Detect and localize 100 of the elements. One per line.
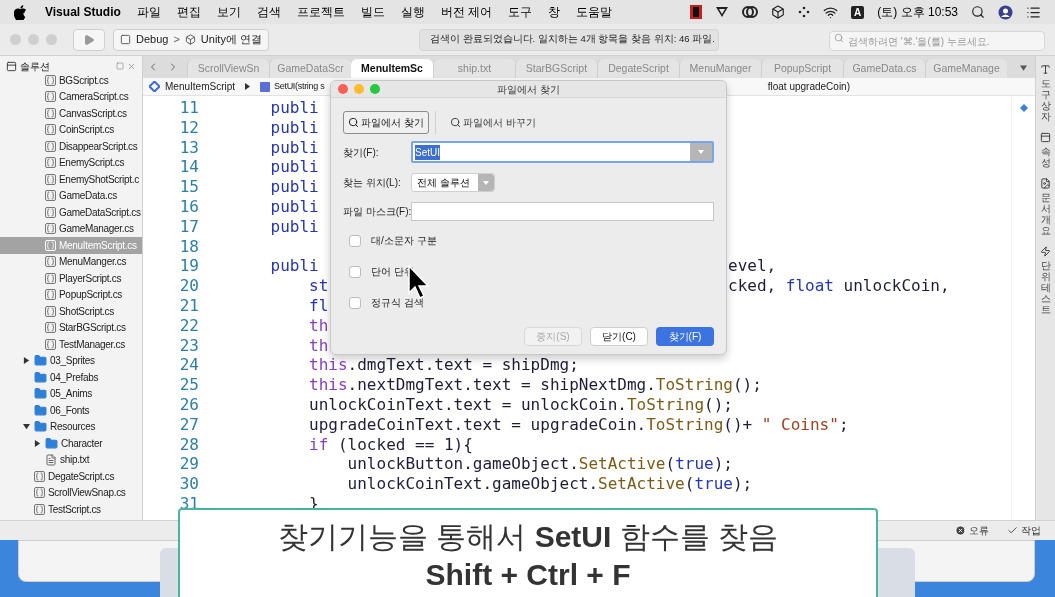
- menu-bar-clock[interactable]: (토) 오후 10:53: [877, 3, 958, 21]
- tree-item[interactable]: PopupScript.cs: [0, 286, 142, 303]
- tool-panel-tab[interactable]: 문서 개요: [1040, 178, 1051, 236]
- find-combo-field[interactable]: SetUI: [411, 141, 714, 163]
- expander-icon[interactable]: [23, 357, 30, 365]
- checkbox[interactable]: [349, 296, 361, 309]
- configuration-selector[interactable]: Debug > Unity에 연결: [113, 28, 269, 51]
- folder-icon: [34, 420, 47, 434]
- tree-item[interactable]: BGScript.cs: [0, 72, 142, 89]
- dock-icon[interactable]: [116, 62, 124, 70]
- tree-item-label: PopupScript.cs: [59, 288, 123, 303]
- tree-item[interactable]: CoinScript.cs: [0, 121, 142, 138]
- zoom-control[interactable]: [370, 84, 380, 94]
- search-icon: [834, 32, 844, 43]
- search-icon[interactable]: [971, 5, 985, 19]
- text-file-icon: [45, 453, 57, 466]
- dropdown-arrow-icon: [483, 180, 489, 185]
- tree-item[interactable]: ScrollViewSnap.cs: [0, 484, 142, 501]
- box-icon[interactable]: [771, 5, 786, 19]
- menu-item[interactable]: 실행: [400, 3, 425, 21]
- minimize-control[interactable]: [354, 84, 364, 94]
- avatar-icon[interactable]: [998, 4, 1013, 20]
- menu-item[interactable]: 창: [548, 3, 561, 21]
- menu-item[interactable]: 버전 제어: [440, 3, 493, 21]
- tree-item[interactable]: 04_Prefabs: [0, 369, 142, 386]
- tree-item[interactable]: GameManager.cs: [0, 220, 142, 237]
- tasks-button[interactable]: 작업: [1007, 523, 1041, 538]
- tree-item[interactable]: GameData.cs: [0, 187, 142, 204]
- dialog-button[interactable]: 닫기(C): [590, 327, 648, 346]
- tree-item[interactable]: PlayerScript.cs: [0, 270, 142, 287]
- code-file-icon: [45, 190, 56, 202]
- input-source-indicator[interactable]: A: [851, 5, 865, 19]
- checkbox[interactable]: [349, 265, 361, 278]
- menu-item[interactable]: 프로젝트: [296, 3, 345, 21]
- code-file-icon: [45, 322, 56, 334]
- close-icon[interactable]: [127, 61, 136, 71]
- tree-item[interactable]: ShotScript.cs: [0, 303, 142, 320]
- tree-item[interactable]: 05_Anims: [0, 385, 142, 402]
- code-file-icon: [45, 272, 56, 284]
- dialog-button[interactable]: 찾기(F): [656, 327, 714, 346]
- tree-item[interactable]: Character: [0, 435, 142, 452]
- menu-list-icon[interactable]: [1026, 4, 1041, 20]
- checkbox[interactable]: [349, 234, 361, 247]
- tree-item[interactable]: 06_Fonts: [0, 402, 142, 419]
- menu-item[interactable]: 편집: [176, 3, 201, 21]
- menu-item[interactable]: 검색: [256, 3, 281, 21]
- tree-item[interactable]: DisappearScript.cs: [0, 138, 142, 155]
- tree-item[interactable]: EnemyShotScript.c: [0, 171, 142, 188]
- code-file-icon: [34, 503, 45, 515]
- editor-tab[interactable]: MenuItemSc: [351, 59, 433, 78]
- folder-icon: [34, 370, 47, 384]
- tree-item[interactable]: CameraScript.cs: [0, 88, 142, 105]
- dialog-tab[interactable]: 파일에서 찾기: [343, 111, 429, 134]
- breadcrumb-item[interactable]: float upgradeCoin): [767, 79, 850, 94]
- run-button[interactable]: [73, 28, 105, 51]
- tree-item[interactable]: EnemyScript.cs: [0, 154, 142, 171]
- tree-item[interactable]: DegateScript.cs: [0, 468, 142, 485]
- menu-item[interactable]: 도구: [508, 3, 533, 21]
- line-number: 28: [178, 434, 199, 455]
- errors-button[interactable]: 오류: [955, 523, 989, 538]
- tool-panel-tab[interactable]: 속성: [1040, 132, 1051, 168]
- tree-item-label: Character: [61, 436, 103, 451]
- app-name[interactable]: Visual Studio: [45, 3, 121, 21]
- tree-item[interactable]: CanvasScript.cs: [0, 105, 142, 122]
- breadcrumb-item[interactable]: MenuItemScript: [165, 79, 236, 94]
- code-file-icon: [45, 91, 56, 103]
- code-file-icon: [34, 470, 45, 482]
- menu-item[interactable]: 도움말: [576, 3, 613, 21]
- dropdown-icon[interactable]: [1020, 65, 1027, 71]
- search-field[interactable]: 검색하려면 '⌘.'을(를) 누르세요.: [829, 31, 1045, 51]
- dialog-tab[interactable]: 파일에서 바꾸기: [445, 111, 540, 134]
- file-mask-field[interactable]: [411, 202, 714, 221]
- tree-item[interactable]: Resources: [0, 418, 142, 435]
- code-line: upgradeCoinText.text = upgradeCoin.ToString()+ " Coins";: [308, 414, 849, 434]
- menu-item[interactable]: 보기: [216, 3, 241, 21]
- film-icon[interactable]: [690, 5, 703, 19]
- tree-item[interactable]: TestScript.cs: [0, 501, 142, 518]
- line-number: 23: [178, 335, 199, 356]
- tree-item[interactable]: 03_Sprites: [0, 352, 142, 369]
- wifi-icon[interactable]: [823, 4, 839, 20]
- tree-item[interactable]: MenuManger.cs: [0, 253, 142, 270]
- tree-item[interactable]: StarBGScript.cs: [0, 319, 142, 336]
- close-control[interactable]: [338, 84, 348, 94]
- tree-item[interactable]: ship.txt: [0, 451, 142, 468]
- tree-item-label: StarBGScript.cs: [59, 321, 126, 336]
- expander-icon[interactable]: [34, 439, 41, 447]
- location-select[interactable]: 전체 솔루션: [411, 173, 495, 192]
- dropdown-arrow-icon[interactable]: [698, 150, 704, 154]
- apple-logo-icon[interactable]: [14, 4, 27, 20]
- tool-panel-tab[interactable]: 도구 상자: [1040, 64, 1051, 122]
- error-icon: [955, 525, 966, 536]
- tree-item[interactable]: GameDataScript.cs: [0, 204, 142, 221]
- tree-item[interactable]: TestManager.cs: [0, 336, 142, 353]
- tool-panel-tab[interactable]: 단위 테스트: [1040, 246, 1051, 315]
- breadcrumb-item[interactable]: SetUI(string s: [274, 79, 325, 94]
- expander-icon[interactable]: [23, 423, 30, 431]
- menu-item[interactable]: 빌드: [360, 3, 385, 21]
- line-number: 25: [178, 375, 199, 395]
- menu-item[interactable]: 파일: [136, 3, 161, 21]
- field-label: 찾는 위치(L):: [343, 176, 402, 190]
